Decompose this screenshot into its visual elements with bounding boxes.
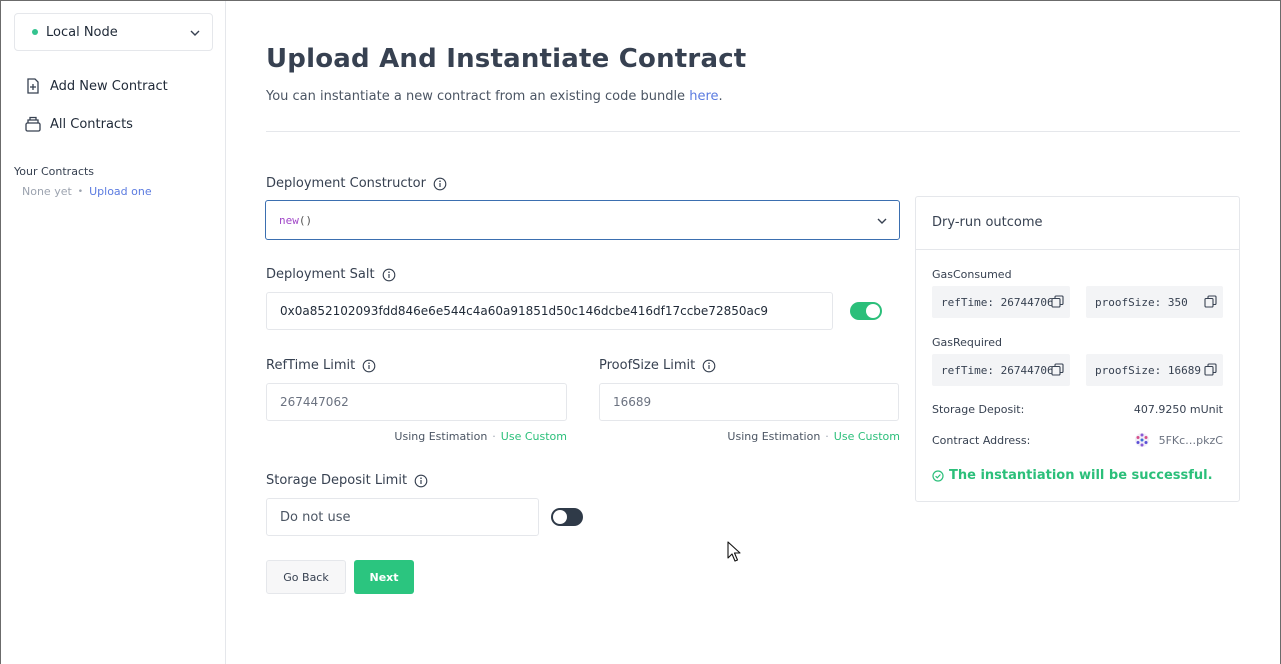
contract-address-row: Contract Address: 5FKc…pkzC (932, 433, 1223, 447)
salt-input[interactable]: 0x0a852102093fdd846e6e544c4a60a91851d50c… (266, 292, 833, 330)
reftime-label-text: RefTime Limit (266, 358, 356, 373)
storage-label-text: Storage Deposit Limit (266, 473, 408, 488)
chevron-down-icon (190, 30, 200, 36)
constructor-label-text: Deployment Constructor (266, 176, 426, 191)
chevron-down-icon (877, 218, 887, 224)
info-icon[interactable] (414, 474, 428, 488)
sidebar-item-all-contracts[interactable]: All Contracts (24, 115, 133, 133)
copy-icon[interactable] (1204, 363, 1217, 376)
storage-deposit-label: Storage Deposit Limit (266, 473, 428, 488)
salt-label: Deployment Salt (266, 267, 396, 282)
go-back-button[interactable]: Go Back (266, 560, 346, 594)
sidebar-item-label: Add New Contract (50, 78, 168, 94)
contract-address[interactable]: 5FKc…pkzC (1134, 433, 1223, 447)
copy-icon[interactable] (1051, 295, 1064, 308)
proofsize-input[interactable]: 16689 (599, 383, 899, 421)
your-contracts-heading: Your Contracts (14, 165, 95, 178)
constructor-label: Deployment Constructor (266, 176, 447, 191)
reftime-label: RefTime Limit (266, 358, 376, 373)
network-selector[interactable]: Local Node (14, 13, 213, 51)
mouse-cursor-icon (727, 541, 741, 562)
dry-run-panel: Dry-run outcome GasConsumed refTime: 267… (915, 196, 1240, 502)
constructor-args: () (298, 213, 313, 227)
divider (916, 249, 1239, 250)
estimation-text: Using Estimation (394, 430, 488, 443)
storage-deposit-key: Storage Deposit: (932, 403, 1025, 416)
reftime-use-custom-link[interactable]: Use Custom (501, 430, 567, 443)
gas-consumed-proofsize-value: proofSize: 350 (1095, 295, 1188, 309)
gas-consumed-reftime: refTime: 267447062 (932, 286, 1070, 318)
estimation-text: Using Estimation (727, 430, 821, 443)
gas-consumed-proofsize: proofSize: 350 (1086, 286, 1223, 318)
gas-required-reftime: refTime: 267447062 (932, 354, 1070, 386)
proofsize-label: ProofSize Limit (599, 358, 716, 373)
file-plus-icon (27, 78, 39, 94)
separator-dot: • (77, 186, 84, 197)
info-icon[interactable] (362, 359, 376, 373)
gas-required-proofsize: proofSize: 16689 (1086, 354, 1223, 386)
reftime-input[interactable]: 267447062 (266, 383, 567, 421)
gas-required-reftime-value: refTime: 267447062 (941, 363, 1061, 377)
success-message-text: The instantiation will be successful. (949, 468, 1213, 483)
gas-required-label: GasRequired (932, 336, 1002, 349)
reftime-estimation: Using Estimation · Use Custom (394, 430, 567, 443)
dry-run-title: Dry-run outcome (932, 215, 1043, 230)
subtitle-text: You can instantiate a new contract from … (266, 89, 686, 104)
copy-icon[interactable] (1204, 295, 1217, 308)
gas-consumed-reftime-value: refTime: 267447062 (941, 295, 1061, 309)
next-button[interactable]: Next (354, 560, 414, 594)
storage-deposit-toggle[interactable] (551, 508, 583, 526)
sidebar-item-add-new-contract[interactable]: Add New Contract (24, 77, 168, 95)
constructor-select[interactable]: new() (265, 200, 900, 240)
proofsize-use-custom-link[interactable]: Use Custom (834, 430, 900, 443)
gas-required-proofsize-value: proofSize: 16689 (1095, 363, 1201, 377)
copy-icon[interactable] (1051, 363, 1064, 376)
proofsize-estimation: Using Estimation · Use Custom (727, 430, 900, 443)
network-name: Local Node (46, 24, 118, 40)
contract-address-key: Contract Address: (932, 433, 1031, 447)
gas-consumed-label: GasConsumed (932, 268, 1012, 281)
sidebar-item-label: All Contracts (50, 116, 133, 132)
page-title: Upload And Instantiate Contract (266, 44, 747, 74)
toggle-knob (553, 510, 567, 524)
page-subtitle: You can instantiate a new contract from … (266, 89, 723, 104)
divider (266, 131, 1240, 132)
contract-address-value: 5FKc…pkzC (1158, 433, 1223, 447)
storage-deposit-input[interactable]: Do not use (266, 498, 539, 536)
none-yet-text: None yet (22, 185, 72, 198)
info-icon[interactable] (702, 359, 716, 373)
storage-deposit-value: 407.9250 mUnit (1133, 403, 1223, 416)
storage-deposit-row: Storage Deposit: 407.9250 mUnit (932, 403, 1223, 416)
proofsize-label-text: ProofSize Limit (599, 358, 696, 373)
sidebar: Local Node Add New Contract All Contract… (1, 1, 226, 664)
no-contracts-message: None yet • Upload one (22, 185, 152, 198)
upload-one-link[interactable]: Upload one (89, 185, 152, 198)
identicon-icon (1134, 433, 1149, 447)
info-icon[interactable] (433, 177, 447, 191)
separator-dot: · (492, 430, 496, 443)
toggle-knob (866, 304, 880, 318)
archive-icon (25, 116, 41, 132)
separator-dot: · (825, 430, 829, 443)
salt-label-text: Deployment Salt (266, 267, 375, 282)
salt-toggle[interactable] (850, 302, 882, 320)
constructor-name: new (279, 213, 299, 227)
check-circle-icon (932, 469, 944, 482)
network-status-dot (32, 29, 38, 35)
info-icon[interactable] (382, 268, 396, 282)
success-message: The instantiation will be successful. (932, 468, 1213, 483)
here-link[interactable]: here (689, 89, 718, 104)
